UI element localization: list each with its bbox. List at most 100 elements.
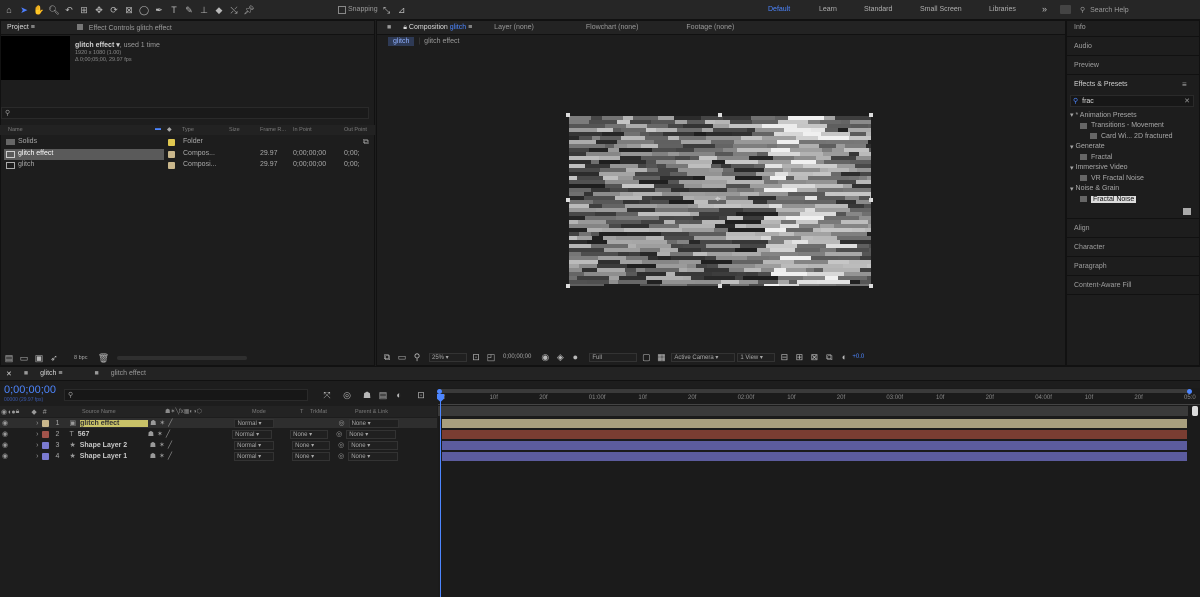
effect-tree-item[interactable]: ▾ Generate [1068,142,1198,153]
pick-whip-icon[interactable]: ◎ [336,430,342,438]
expand-layer-icon[interactable]: › [36,431,38,438]
handle[interactable] [869,198,873,202]
list-item[interactable]: glitch Composi... 29.97 0;00;00;00 0;00; [0,160,375,171]
composition-mini-flowchart-icon[interactable]: ⤧ [321,389,333,401]
timeline-timecode[interactable]: 0;00;00;00 [4,384,56,396]
quality-switch-icon[interactable]: ╱ [168,452,172,460]
snapshot-icon[interactable]: ◉ [539,351,551,363]
info-panel-tab[interactable]: Info [1074,24,1086,31]
expand-layer-icon[interactable]: › [36,453,38,460]
trkmat-select[interactable]: None ▾ [292,451,331,461]
col-type[interactable]: Type [182,127,194,133]
exposure-value[interactable]: +0.0 [852,354,864,360]
timeline-search-input[interactable]: ⚲ [64,389,308,401]
clone-stamp-icon[interactable]: ⊥ [198,4,210,16]
composition-panel-close[interactable]: ■ [377,24,397,31]
expand-icon[interactable]: ▾ [1070,111,1074,119]
zoom-tool-icon[interactable]: 🔍︎ [48,4,60,16]
fit-icon[interactable]: ⊡ [470,351,482,363]
flowchart-icon[interactable]: ⧉ [363,137,369,147]
hand-tool-icon[interactable]: ✋ [33,4,45,16]
timeline-tab-close-icon[interactable]: ✕ [0,370,18,378]
work-area-start-handle[interactable] [437,389,442,394]
handle[interactable] [718,284,722,288]
shape-tool-icon[interactable]: ◯ [138,4,150,16]
effect-tree-item[interactable]: VR Fractal Noise [1068,173,1198,184]
comp-end-marker[interactable] [1192,406,1198,416]
playhead-line[interactable] [440,396,441,597]
shy-switch-icon[interactable]: ☗ [148,430,154,438]
trkmat-select[interactable]: None ▾ [290,429,329,439]
parent-select[interactable]: None ▾ [348,440,399,450]
pick-whip-icon[interactable]: ◎ [338,441,344,449]
layer-duration-bar[interactable] [442,452,1187,461]
3d-icon[interactable]: ⊠ [808,351,820,363]
workspace-small-screen[interactable]: Small Screen [920,6,962,13]
layer-name[interactable]: Shape Layer 1 [80,453,148,460]
layer-duration-bar[interactable] [442,430,1187,439]
work-area-end-handle[interactable] [1187,389,1192,394]
project-scrollbar[interactable] [117,356,248,360]
panel-menu-icon[interactable]: ≡ [1182,80,1187,89]
collapse-switch-icon[interactable]: ✶ [159,452,165,460]
handle[interactable] [869,284,873,288]
home-icon[interactable]: ⌂ [3,4,15,16]
content-aware-fill-tab[interactable]: Content-Aware Fill [1074,282,1131,289]
rotation-tool-icon[interactable]: ⟳ [108,4,120,16]
list-item[interactable]: glitch effect Compos... 29.97 0;00;00;00… [0,149,375,160]
tab-timeline-glitch-effect[interactable]: glitch effect [105,370,152,377]
effect-item-selected[interactable]: Fractal Noise [1068,194,1198,205]
visibility-eye-icon[interactable]: ◉ [2,430,8,438]
list-item[interactable]: Solids Folder [0,137,375,148]
col-t[interactable]: T [300,409,303,415]
new-composition-icon[interactable]: ▣ [33,352,45,364]
tab-timeline-glitch[interactable]: glitch ≡ [34,370,68,377]
tab-composition[interactable]: 🔒︎ Composition glitch ≡ [397,24,478,32]
clear-search-icon[interactable]: ✕ [1184,97,1190,105]
work-area-bar[interactable] [439,389,1191,393]
expand-layer-icon[interactable]: › [36,442,38,449]
label-icon[interactable]: ◆ [31,408,36,416]
new-preset-icon[interactable] [1183,208,1191,215]
col-source-name[interactable]: Source Name [82,409,116,415]
handle[interactable] [566,284,570,288]
workspace-default[interactable]: Default [768,6,790,13]
pen-tool-icon[interactable]: ✒ [153,4,165,16]
layer-row[interactable]: ◉ › 1 ▣ glitch effect ☗ ✶ ╱ Normal ▾ ◎ None ▾ [0,418,437,428]
anchor-point-icon[interactable]: ⌖ [715,195,725,205]
zoom-select[interactable]: 25% ▾ [429,352,467,362]
eraser-tool-icon[interactable]: ◆ [213,4,225,16]
lock-icon[interactable]: 🔒︎ [16,408,20,416]
collapse-switch-icon[interactable]: ✶ [157,430,163,438]
audio-panel-tab[interactable]: Audio [1074,43,1092,50]
effects-search-input[interactable]: ⚲ frac ✕ [1070,95,1194,107]
work-area-strip[interactable] [438,406,1188,416]
layer-row[interactable]: ◉ › 2 T 567 ☗ ✶ ╱ Normal ▾ None ▾ ◎ None ▾ [0,429,437,439]
region-icon[interactable]: ▢ [640,351,652,363]
handle[interactable] [566,113,570,117]
handle[interactable] [566,198,570,202]
frame-blending-icon[interactable]: ▤ [377,389,389,401]
workspace-menu-icon[interactable] [1060,5,1071,14]
parent-select[interactable]: None ▾ [346,429,397,439]
trash-icon[interactable]: 🗑︎ [97,352,109,364]
effect-tree-item[interactable]: ▾ * Animation Presets [1068,110,1198,121]
mode-select[interactable]: Normal ▾ [234,451,275,461]
project-search-input[interactable]: ⚲ [1,107,369,119]
graph-editor-icon[interactable]: ⊡ [415,389,427,401]
tab-project[interactable]: Project ≡ [1,24,41,31]
expand-layer-icon[interactable]: › [36,420,38,427]
collapse-switch-icon[interactable]: ✶ [159,419,165,427]
effect-tree-item[interactable]: ▾ Immersive Video [1068,163,1198,174]
layer-label-chip[interactable] [42,430,50,438]
adjust-icon[interactable]: ➶ [48,352,60,364]
show-snapshot-icon[interactable]: ◈ [554,351,566,363]
workspace-standard[interactable]: Standard [864,6,892,13]
col-size[interactable]: Size [229,127,240,133]
monitor-icon[interactable]: ▭ [396,351,408,363]
parent-select[interactable]: None ▾ [348,418,399,428]
shy-switch-icon[interactable]: ☗ [150,419,156,427]
tab-flowchart[interactable]: Flowchart (none) [580,24,645,31]
col-out-point[interactable]: Out Point [344,127,367,133]
layer-name[interactable]: Shape Layer 2 [80,442,148,449]
